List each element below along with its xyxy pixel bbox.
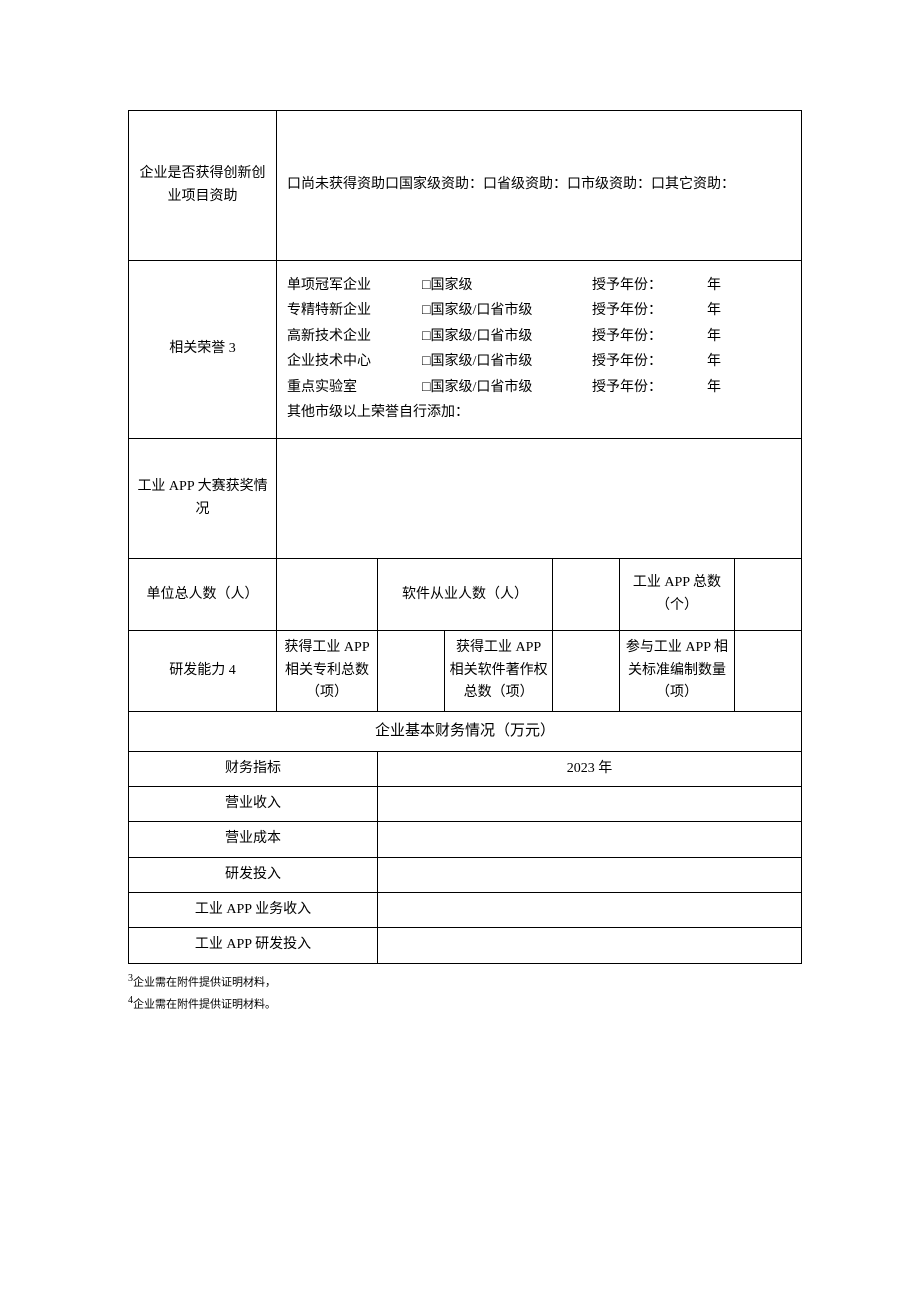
- honor-extra: 其他市级以上荣誉自行添加：: [287, 402, 791, 424]
- finance-item-value: [377, 822, 801, 857]
- finance-item-value: [377, 928, 801, 963]
- rd-label: 研发能力 4: [129, 631, 277, 711]
- row-finance-item: 工业 APP 业务收入: [129, 893, 802, 928]
- footnote-4-text: 企业需在附件提供证明材料。: [133, 999, 276, 1011]
- row-award: 工业 APP 大赛获奖情况: [129, 439, 802, 559]
- finance-item-value: [377, 893, 801, 928]
- headcount-sw-value: [552, 559, 619, 631]
- honors-label: 相关荣誉 3: [129, 261, 277, 439]
- headcount-sw-label: 软件从业人数（人）: [377, 559, 552, 631]
- rd-patent-value: [377, 631, 444, 711]
- row-finance-item: 营业收入: [129, 786, 802, 821]
- honor-name: 专精特新企业: [287, 300, 422, 322]
- honor-line: 重点实验室 □国家级/口省市级 授予年份： 年: [287, 377, 791, 399]
- rd-patent-label: 获得工业 APP 相关专利总数（项）: [277, 631, 378, 711]
- headcount-total-label: 单位总人数（人）: [129, 559, 277, 631]
- row-finance-item: 工业 APP 研发投入: [129, 928, 802, 963]
- row-headcount: 单位总人数（人） 软件从业人数（人） 工业 APP 总数（个）: [129, 559, 802, 631]
- rd-copyright-label: 获得工业 APP 相关软件著作权总数（项）: [445, 631, 553, 711]
- finance-item-label: 工业 APP 研发投入: [129, 928, 378, 963]
- finance-col1: 财务指标: [129, 751, 378, 786]
- honor-line: 高新技术企业 □国家级/口省市级 授予年份： 年: [287, 326, 791, 348]
- row-finance-item: 营业成本: [129, 822, 802, 857]
- honor-line: 专精特新企业 □国家级/口省市级 授予年份： 年: [287, 300, 791, 322]
- finance-item-label: 工业 APP 业务收入: [129, 893, 378, 928]
- honor-year-unit: 年: [707, 351, 747, 373]
- row-funding: 企业是否获得创新创业项目资助 口尚未获得资助口国家级资助：口省级资助：口市级资助…: [129, 111, 802, 261]
- row-rd: 研发能力 4 获得工业 APP 相关专利总数（项） 获得工业 APP 相关软件著…: [129, 631, 802, 711]
- rd-standard-value: [734, 631, 801, 711]
- honor-name: 企业技术中心: [287, 351, 422, 373]
- footnote-3: 3企业需在附件提供证明材料，: [128, 970, 802, 992]
- award-label: 工业 APP 大赛获奖情况: [129, 439, 277, 559]
- award-value: [277, 439, 802, 559]
- honor-level: □国家级/口省市级: [422, 326, 592, 348]
- honor-line: 企业技术中心 □国家级/口省市级 授予年份： 年: [287, 351, 791, 373]
- rd-copyright-value: [552, 631, 619, 711]
- footnote-3-text: 企业需在附件提供证明材料，: [133, 977, 276, 989]
- row-finance-header: 企业基本财务情况（万元）: [129, 711, 802, 751]
- rd-standard-label: 参与工业 APP 相关标准编制数量（项）: [620, 631, 734, 711]
- footnote-4: 4企业需在附件提供证明材料。: [128, 992, 802, 1014]
- honor-name: 重点实验室: [287, 377, 422, 399]
- row-finance-item: 研发投入: [129, 857, 802, 892]
- honor-year-unit: 年: [707, 377, 747, 399]
- finance-header: 企业基本财务情况（万元）: [129, 711, 802, 751]
- app-count-value: [734, 559, 801, 631]
- honor-level: □国家级/口省市级: [422, 351, 592, 373]
- honor-name: 单项冠军企业: [287, 275, 422, 297]
- row-honors: 相关荣誉 3 单项冠军企业 □国家级 授予年份： 年 专精特新企业 □国家级/口…: [129, 261, 802, 439]
- honor-year-label: 授予年份：: [592, 300, 707, 322]
- funding-label: 企业是否获得创新创业项目资助: [129, 111, 277, 261]
- row-finance-cols: 财务指标 2023 年: [129, 751, 802, 786]
- honor-level: □国家级/口省市级: [422, 377, 592, 399]
- headcount-total-value: [277, 559, 378, 631]
- finance-col2: 2023 年: [377, 751, 801, 786]
- app-count-label: 工业 APP 总数（个）: [620, 559, 734, 631]
- finance-item-label: 营业成本: [129, 822, 378, 857]
- honor-year-label: 授予年份：: [592, 326, 707, 348]
- honor-year-label: 授予年份：: [592, 377, 707, 399]
- honor-year-unit: 年: [707, 300, 747, 322]
- finance-item-value: [377, 786, 801, 821]
- finance-item-label: 营业收入: [129, 786, 378, 821]
- footnotes: 3企业需在附件提供证明材料， 4企业需在附件提供证明材料。: [128, 970, 802, 1015]
- honor-level: □国家级: [422, 275, 592, 297]
- honors-content: 单项冠军企业 □国家级 授予年份： 年 专精特新企业 □国家级/口省市级 授予年…: [277, 261, 802, 439]
- honor-name: 高新技术企业: [287, 326, 422, 348]
- honor-year-unit: 年: [707, 275, 747, 297]
- finance-item-value: [377, 857, 801, 892]
- form-table: 企业是否获得创新创业项目资助 口尚未获得资助口国家级资助：口省级资助：口市级资助…: [128, 110, 802, 964]
- honor-year-unit: 年: [707, 326, 747, 348]
- honor-level: □国家级/口省市级: [422, 300, 592, 322]
- finance-item-label: 研发投入: [129, 857, 378, 892]
- funding-content: 口尚未获得资助口国家级资助：口省级资助：口市级资助：口其它资助：: [277, 111, 802, 261]
- honor-year-label: 授予年份：: [592, 275, 707, 297]
- honor-line: 单项冠军企业 □国家级 授予年份： 年: [287, 275, 791, 297]
- honor-year-label: 授予年份：: [592, 351, 707, 373]
